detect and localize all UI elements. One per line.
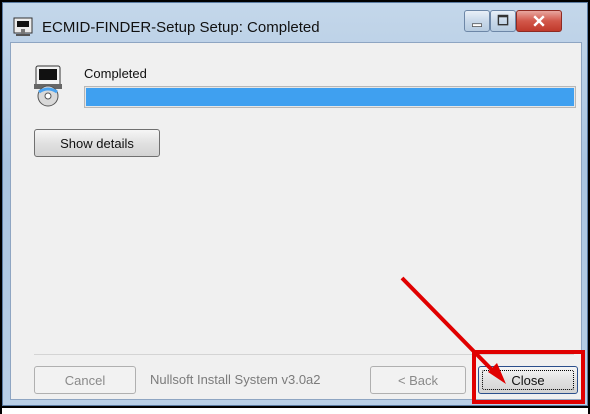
- screenshot-border-top: [0, 0, 590, 2]
- cancel-button[interactable]: Cancel: [34, 366, 136, 394]
- show-details-button[interactable]: Show details: [34, 129, 160, 157]
- window-close-button[interactable]: [516, 10, 562, 32]
- maximize-icon: [491, 11, 515, 31]
- installer-package-icon: [24, 62, 72, 110]
- installer-app-icon: [12, 16, 34, 38]
- minimize-icon: [465, 11, 489, 31]
- status-label: Completed: [84, 66, 147, 81]
- maximize-button[interactable]: [490, 10, 516, 32]
- window-title: ECMID-FINDER-Setup Setup: Completed: [42, 19, 320, 36]
- progress-fill: [86, 88, 574, 106]
- screenshot-border-bottom: [0, 406, 590, 408]
- annotation-arrow: [360, 260, 530, 400]
- progress-bar: [84, 86, 576, 108]
- close-icon: [517, 11, 561, 31]
- screenshot-border-left: [0, 0, 2, 414]
- nsis-branding-text: Nullsoft Install System v3.0a2: [150, 372, 321, 387]
- minimize-button[interactable]: [464, 10, 490, 32]
